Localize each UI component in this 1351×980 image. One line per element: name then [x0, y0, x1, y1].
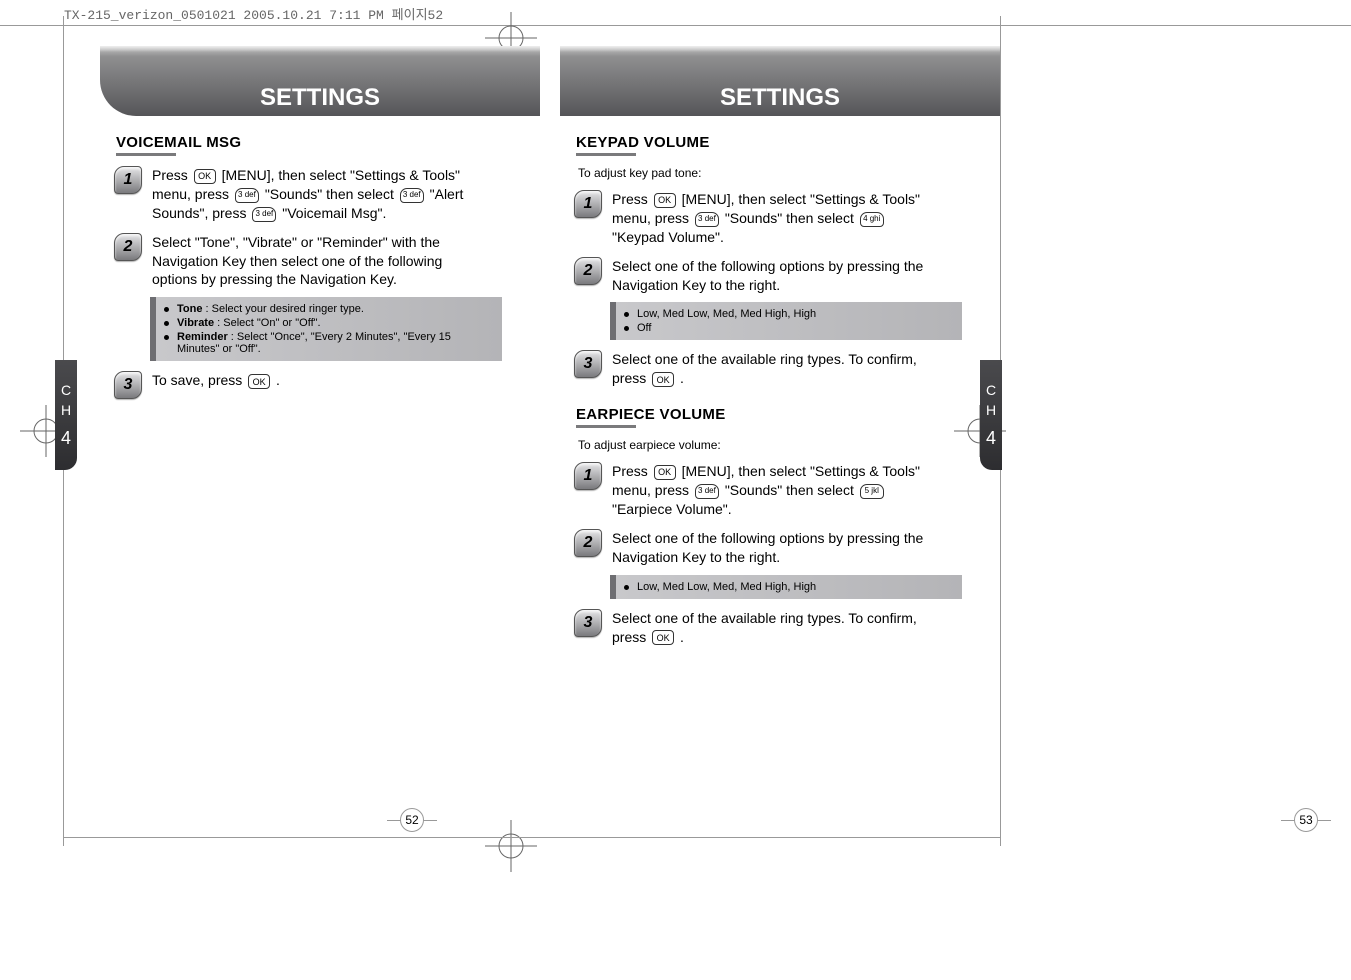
instruction-step: 3 Select one of the available ring types.…	[574, 350, 1000, 388]
note-row: Reminder : Select "Once", "Every 2 Minut…	[164, 331, 494, 355]
step-text: Press OK [MENU], then select "Settings &…	[152, 166, 482, 223]
ok-key-icon: OK	[194, 169, 216, 184]
numkey-icon: 3 def	[235, 188, 259, 203]
step-badge: 1	[574, 190, 602, 218]
section-title: EARPIECE VOLUME	[576, 406, 1000, 423]
instruction-step: 2 Select one of the following options by …	[574, 529, 1000, 567]
numkey-icon: 3 def	[695, 484, 719, 499]
numkey-icon: 3 def	[400, 188, 424, 203]
instruction-step: 1 Press OK [MENU], then select "Settings …	[114, 166, 540, 223]
section-underline	[576, 425, 636, 428]
print-header: TX-215_verizon_0501021 2005.10.21 7:11 P…	[0, 0, 1351, 26]
note-text: Low, Med Low, Med, Med High, High	[637, 581, 954, 593]
bullet-icon	[164, 307, 169, 312]
step-badge: 2	[574, 257, 602, 285]
numkey-icon: 5 jkl	[860, 484, 884, 499]
ok-key-icon: OK	[654, 193, 676, 208]
instruction-step: 3 To save, press OK .	[114, 371, 540, 399]
note-row: Tone : Select your desired ringer type.	[164, 303, 494, 315]
step-badge: 3	[574, 350, 602, 378]
step-text: Select one of the following options by p…	[612, 257, 942, 295]
bullet-icon	[624, 312, 629, 317]
bullet-icon	[624, 326, 629, 331]
chapter-tab-left: C H 4	[55, 360, 77, 470]
page-right: SETTINGS KEYPAD VOLUME To adjust key pad …	[560, 26, 1000, 980]
note-text: Reminder : Select "Once", "Every 2 Minut…	[177, 331, 494, 355]
note-row: Vibrate : Select "On" or "Off".	[164, 317, 494, 329]
ok-key-icon: OK	[654, 465, 676, 480]
note-text: Off	[637, 322, 954, 334]
section-intro: To adjust earpiece volume:	[578, 438, 1000, 452]
numkey-icon: 3 def	[695, 212, 719, 227]
instruction-step: 1 Press OK [MENU], then select "Settings …	[574, 462, 1000, 519]
page-header: SETTINGS	[560, 46, 1000, 116]
section-title: VOICEMAIL MSG	[116, 134, 540, 151]
step-badge: 3	[114, 371, 142, 399]
ok-key-icon: OK	[652, 630, 674, 645]
section-title: KEYPAD VOLUME	[576, 134, 1000, 151]
step-badge: 1	[574, 462, 602, 490]
note-row: Low, Med Low, Med, Med High, High	[624, 581, 954, 593]
numkey-icon: 3 def	[252, 207, 276, 222]
instruction-step: 2 Select one of the following options by …	[574, 257, 1000, 295]
note-text: Vibrate : Select "On" or "Off".	[177, 317, 494, 329]
note-row: Low, Med Low, Med, Med High, High	[624, 308, 954, 320]
section-intro: To adjust key pad tone:	[578, 166, 1000, 180]
step-badge: 2	[574, 529, 602, 557]
step-text: Press OK [MENU], then select "Settings &…	[612, 462, 942, 519]
step-badge: 2	[114, 233, 142, 261]
page-left: SETTINGS VOICEMAIL MSG 1 Press OK [MENU],…	[100, 26, 540, 980]
section-underline	[116, 153, 176, 156]
section-underline	[576, 153, 636, 156]
bullet-icon	[164, 321, 169, 326]
step-badge: 3	[574, 609, 602, 637]
step-text: Press OK [MENU], then select "Settings &…	[612, 190, 942, 247]
instruction-step: 1 Press OK [MENU], then select "Settings …	[574, 190, 1000, 247]
step-text: Select one of the available ring types. …	[612, 350, 942, 388]
step-text: Select "Tone", "Vibrate" or "Reminder" w…	[152, 233, 482, 290]
instruction-step: 2 Select "Tone", "Vibrate" or "Reminder" …	[114, 233, 540, 290]
note-row: Off	[624, 322, 954, 334]
step-text: To save, press OK .	[152, 371, 280, 390]
bullet-icon	[624, 585, 629, 590]
note-box: Low, Med Low, Med, Med High, High	[610, 575, 962, 599]
bullet-icon	[164, 335, 169, 340]
page-number: 53	[1294, 808, 1318, 832]
step-text: Select one of the following options by p…	[612, 529, 942, 567]
note-text: Tone : Select your desired ringer type.	[177, 303, 494, 315]
page-header: SETTINGS	[100, 46, 540, 116]
instruction-step: 3 Select one of the available ring types.…	[574, 609, 1000, 647]
numkey-icon: 4 ghi	[860, 212, 884, 227]
note-box: Low, Med Low, Med, Med High, High Off	[610, 302, 962, 340]
step-text: Select one of the available ring types. …	[612, 609, 942, 647]
step-badge: 1	[114, 166, 142, 194]
note-text: Low, Med Low, Med, Med High, High	[637, 308, 954, 320]
ok-key-icon: OK	[248, 374, 270, 389]
ok-key-icon: OK	[652, 372, 674, 387]
page-number: 52	[400, 808, 424, 832]
note-box: Tone : Select your desired ringer type. V…	[150, 297, 502, 361]
